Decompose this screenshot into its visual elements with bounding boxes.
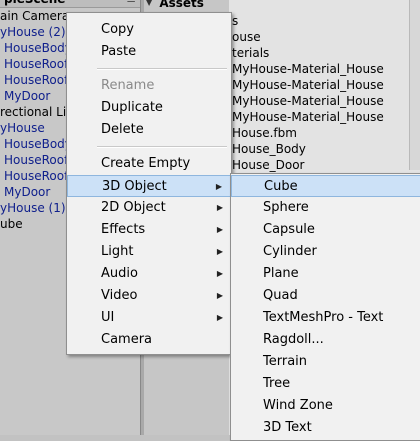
hierarchy-item[interactable]: HouseBody [4,136,72,152]
asset-item[interactable]: MyHouse-Material_House [232,61,384,77]
menu-item-camera[interactable]: Camera [67,329,231,351]
menu-item-label: Video [101,288,138,303]
asset-item[interactable]: terials [232,45,269,61]
submenu-item-cylinder[interactable]: Cylinder [231,241,420,263]
menu-item-label: Camera [101,332,153,347]
submenu-item-wind-zone[interactable]: Wind Zone [231,395,420,417]
menu-item-3d-object[interactable]: 3D Object ▶ [67,175,231,197]
menu-separator [97,68,227,70]
submenu-arrow-icon: ▶ [216,203,223,212]
menu-item-ui[interactable]: UI ▶ [67,307,231,329]
hierarchy-item[interactable]: ain Camera [0,8,69,24]
menu-item-label: Audio [101,266,138,281]
submenu-arrow-icon: ▶ [216,225,223,234]
submenu-item-label: 3D Text [263,420,312,435]
project-scrollbar[interactable] [409,0,420,170]
submenu-arrow-icon: ▶ [216,269,223,278]
asset-item[interactable]: MyHouse-Material_House [232,93,384,109]
submenu-item-capsule[interactable]: Capsule [231,219,420,241]
menu-item-video[interactable]: Video ▶ [67,285,231,307]
menu-item-audio[interactable]: Audio ▶ [67,263,231,285]
asset-item[interactable]: MyHouse-Material_House [232,77,384,93]
hierarchy-item[interactable]: yHouse (2) [0,24,66,40]
submenu-3d-object: Cube Sphere Capsule Cylinder Plane Quad TextMe… [230,173,420,441]
hierarchy-item[interactable]: rectional Lig [0,104,74,120]
context-menu: Copy Paste Rename Duplicate Delete Create Emp… [66,12,232,355]
menu-item-effects[interactable]: Effects ▶ [67,219,231,241]
menu-item-create-empty[interactable]: Create Empty [67,153,231,175]
hierarchy-item[interactable]: MyDoor [4,184,50,200]
menu-item-duplicate[interactable]: Duplicate [67,97,231,119]
menu-item-label: Create Empty [101,156,191,171]
asset-item[interactable]: MyHouse-Material_House [232,109,384,125]
hierarchy-item[interactable]: HouseRoof- [4,152,72,168]
menu-item-label: 2D Object [101,200,166,215]
menu-item-label: Light [101,244,134,259]
menu-item-label: 3D Object [102,179,167,194]
menu-item-copy[interactable]: Copy [67,19,231,41]
menu-item-paste[interactable]: Paste [67,41,231,63]
menu-separator [97,146,227,148]
asset-item[interactable]: House_Door [232,157,304,173]
submenu-item-label: Wind Zone [263,398,333,413]
submenu-item-label: Plane [263,266,299,281]
submenu-item-label: Terrain [263,354,308,369]
assets-label: Assets [159,0,204,10]
hierarchy-item[interactable]: yHouse [0,120,45,136]
menu-item-label: Delete [101,122,144,137]
submenu-item-label: Sphere [263,200,309,215]
menu-icon[interactable]: ≡ [126,0,136,6]
submenu-arrow-icon: ▶ [216,313,223,322]
submenu-item-terrain[interactable]: Terrain [231,351,420,373]
hierarchy-item[interactable]: MyDoor [4,88,50,104]
submenu-item-plane[interactable]: Plane [231,263,420,285]
hierarchy-item[interactable]: ube [0,216,23,232]
asset-item[interactable]: ouse [232,29,261,45]
hierarchy-item[interactable]: HouseBody [4,40,72,56]
menu-item-label: Paste [101,44,137,59]
submenu-item-textmeshpro-text[interactable]: TextMeshPro - Text [231,307,420,329]
submenu-item-sphere[interactable]: Sphere [231,197,420,219]
submenu-arrow-icon: ▶ [215,182,222,191]
menu-item-label: Copy [101,22,134,37]
assets-folder[interactable]: ▼ Assets [146,0,204,10]
submenu-arrow-icon: ▶ [216,247,223,256]
submenu-item-label: Quad [263,288,298,303]
menu-item-label: Duplicate [101,100,163,115]
asset-item[interactable]: s [232,13,238,29]
submenu-item-3d-text[interactable]: 3D Text [231,417,420,439]
menu-item-light[interactable]: Light ▶ [67,241,231,263]
hierarchy-header: pleScene ≡ [0,0,140,8]
submenu-item-label: Capsule [263,222,315,237]
submenu-item-label: Ragdoll... [263,332,324,347]
expand-triangle-icon[interactable]: ▼ [146,0,152,7]
menu-item-rename: Rename [67,75,231,97]
menu-item-2d-object[interactable]: 2D Object ▶ [67,197,231,219]
asset-item[interactable]: House.fbm [232,125,297,141]
submenu-item-cube[interactable]: Cube [231,175,420,197]
menu-item-label: Effects [101,222,146,237]
menu-item-label: UI [101,310,115,325]
asset-item[interactable]: House_Body [232,141,306,157]
submenu-item-quad[interactable]: Quad [231,285,420,307]
submenu-arrow-icon: ▶ [216,291,223,300]
hierarchy-item[interactable]: HouseRoof_ [4,168,74,184]
submenu-item-label: Cube [264,179,298,194]
menu-item-label: Rename [101,78,155,93]
submenu-item-tree[interactable]: Tree [231,373,420,395]
submenu-item-ragdoll[interactable]: Ragdoll... [231,329,420,351]
hierarchy-item[interactable]: yHouse (1) [0,200,66,216]
hierarchy-item[interactable]: HouseRoof- [4,56,72,72]
submenu-item-label: Cylinder [263,244,317,259]
menu-item-delete[interactable]: Delete [67,119,231,141]
submenu-item-label: Tree [263,376,291,391]
scene-title: pleScene [4,0,65,6]
hierarchy-item[interactable]: HouseRoof_ [4,72,74,88]
submenu-item-label: TextMeshPro - Text [263,310,384,325]
